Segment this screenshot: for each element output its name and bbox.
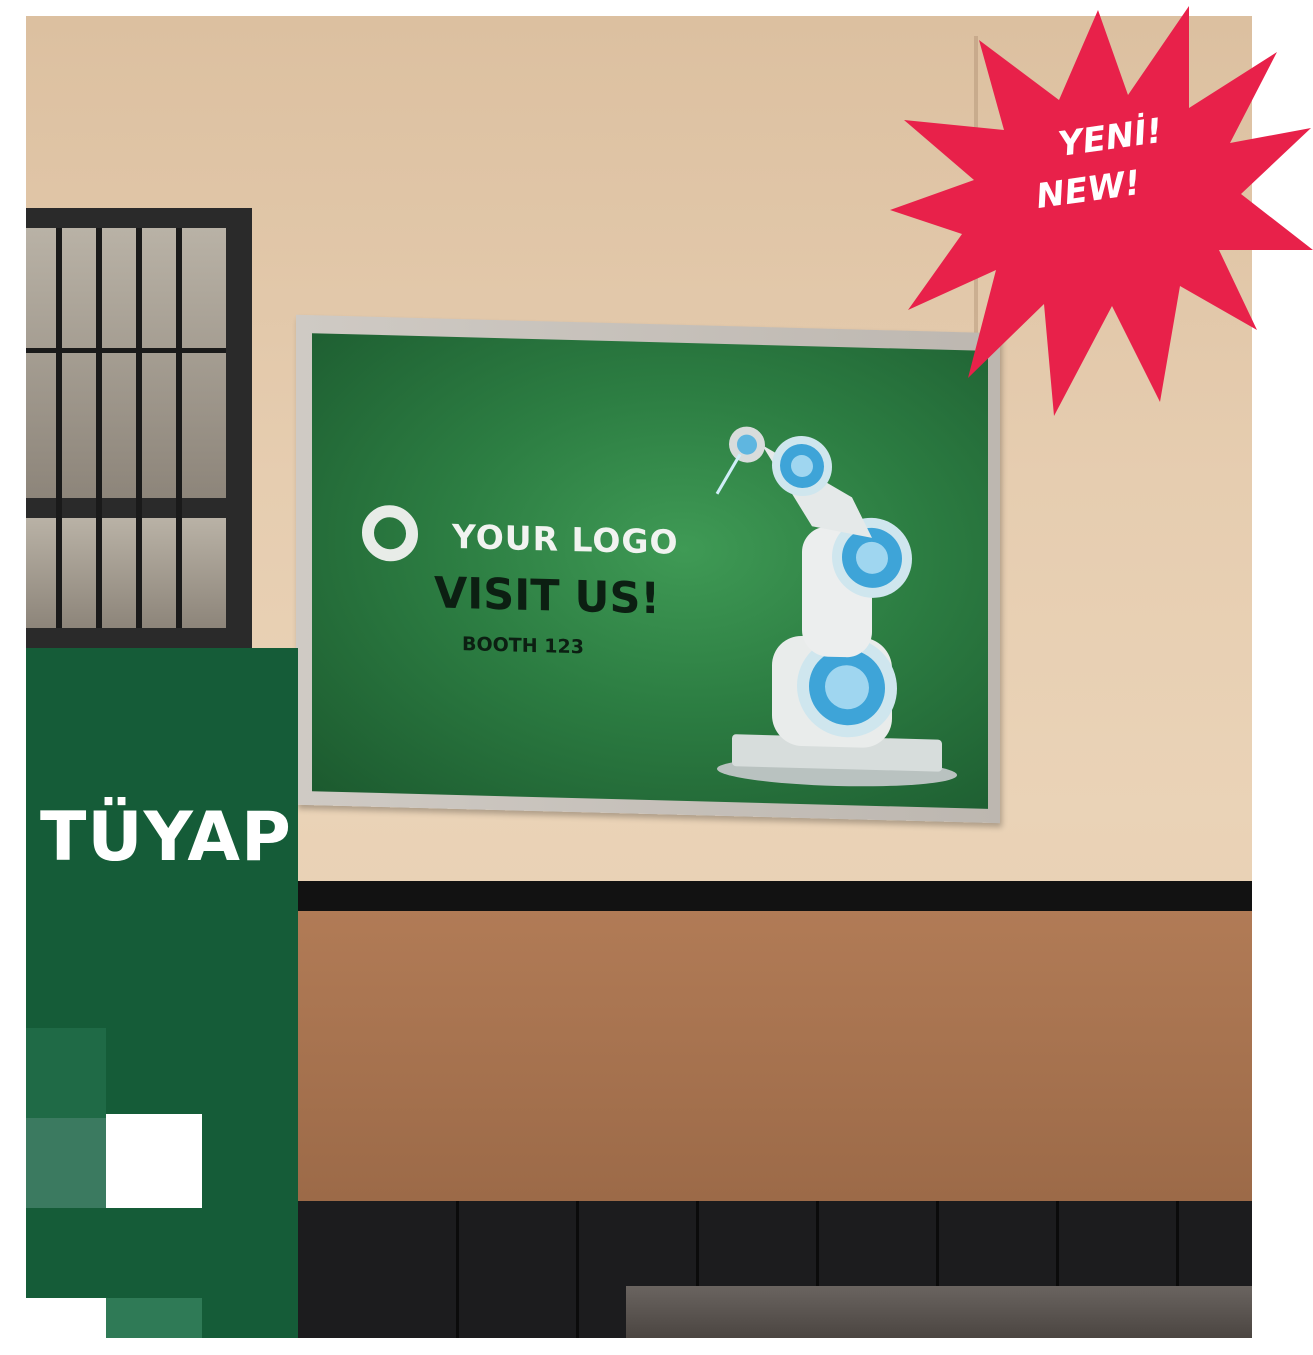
booth-brand: TÜYAP (40, 798, 292, 877)
window-rail (96, 228, 102, 628)
logo-ring-icon (362, 504, 418, 562)
billboard-booth: BOOTH 123 (462, 633, 584, 659)
panel-block (26, 1028, 106, 1118)
window-rail (136, 228, 142, 628)
billboard-logo-text: YOUR LOGO (452, 516, 679, 562)
baseboard-strip (296, 881, 1252, 911)
billboard-headline: VISIT US! (434, 568, 661, 625)
tile-joint (456, 1201, 459, 1338)
booth-panel (26, 648, 298, 1338)
window-rail (56, 228, 62, 628)
tile-joint (576, 1201, 579, 1338)
wood-wainscot (296, 911, 1252, 1201)
panel-block (106, 1298, 202, 1338)
starburst-badge (890, 6, 1313, 416)
panel-block (26, 1298, 106, 1338)
window (26, 208, 252, 648)
panel-block (26, 1118, 106, 1208)
panel-block (106, 1114, 202, 1208)
floor (626, 1286, 1252, 1338)
window-rail (176, 228, 182, 628)
robot-arm-image (715, 426, 957, 787)
window-rail (26, 348, 226, 353)
